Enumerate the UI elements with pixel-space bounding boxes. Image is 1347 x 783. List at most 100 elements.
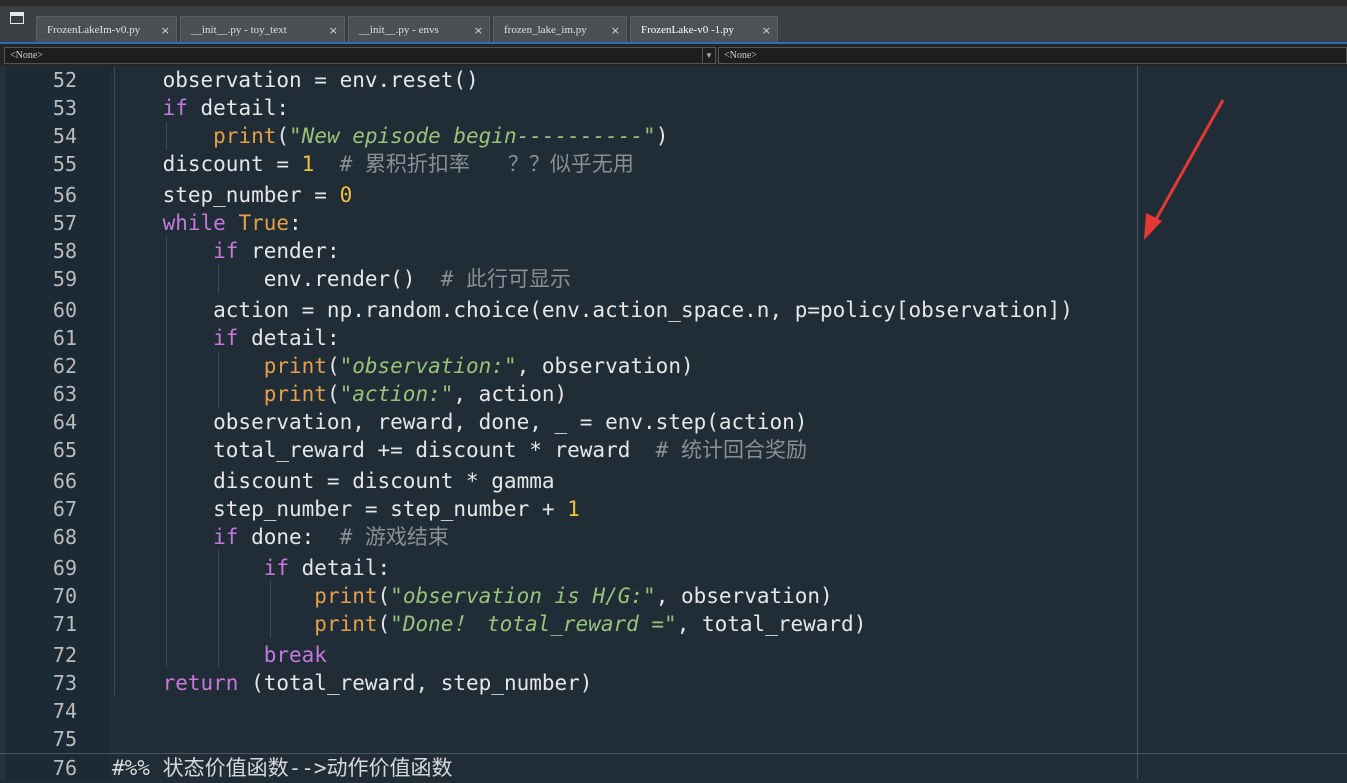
code-line: 73 return (total_reward, step_number) <box>0 669 1347 698</box>
code-text[interactable]: break <box>112 641 327 670</box>
line-number: 75 <box>52 727 77 751</box>
code-text[interactable]: env.render() # 此行可显示 <box>112 265 571 294</box>
cell-marker-comment: #%% 状态价值函数-->动作价值函数 <box>112 756 453 780</box>
code-text[interactable]: print("action:", action) <box>112 380 567 409</box>
line-number: 56 <box>52 183 77 207</box>
scope-dropdown[interactable]: <None> ▼ <box>4 47 716 64</box>
line-number: 59 <box>52 267 77 291</box>
code-line: 65 total_reward += discount * reward # 统… <box>0 436 1347 465</box>
line-number: 64 <box>52 410 77 434</box>
tab-label: FrozenLakeIm-v0.py <box>47 24 141 36</box>
tab-label: frozen_lake_im.py <box>504 24 587 36</box>
keyword: if <box>213 239 239 263</box>
string-literal: "observation is H/G:" <box>390 584 656 608</box>
keyword: if <box>263 556 290 580</box>
code-line: 61 if detail: <box>0 324 1347 353</box>
line-number: 70 <box>52 584 77 608</box>
code-text[interactable]: discount = discount * gamma <box>112 467 554 496</box>
line-number: 61 <box>52 326 77 350</box>
code-text[interactable]: step_number = step_number + 1 <box>112 495 580 524</box>
scope-dropdown-value: <None> <box>10 50 43 61</box>
code-text[interactable]: print("observation is H/G:", observation… <box>112 582 832 611</box>
code-text[interactable]: print("observation:", observation) <box>112 352 694 381</box>
tab-bar: FrozenLakeIm-v0.py × __init__.py - toy_t… <box>0 0 1347 44</box>
code-line: 75 <box>0 725 1347 754</box>
code-line: 52 observation = env.reset() <box>0 66 1347 95</box>
tab-label: __init__.py - envs <box>359 24 439 36</box>
code-text[interactable]: total_reward += discount * reward # 统计回合… <box>112 436 807 465</box>
line-number: 68 <box>52 525 77 549</box>
code-comment: # 累积折扣率 ？？似乎无用 <box>339 152 634 176</box>
code-text[interactable]: if detail: <box>112 94 289 123</box>
tab-init-toy-text[interactable]: __init__.py - toy_text × <box>180 16 345 44</box>
line-number: 53 <box>52 96 77 120</box>
code-text[interactable]: action = np.random.choice(env.action_spa… <box>112 296 1073 325</box>
builtin: print <box>263 382 327 406</box>
close-icon[interactable]: × <box>611 17 620 44</box>
tab-frozenlakeim-v0[interactable]: FrozenLakeIm-v0.py × <box>36 16 177 44</box>
close-icon[interactable]: × <box>161 17 170 44</box>
line-number: 65 <box>52 438 77 462</box>
navigation-bar: <None> ▼ <None> <box>0 42 1347 66</box>
close-icon[interactable]: × <box>762 17 771 42</box>
close-icon[interactable]: × <box>329 17 338 44</box>
code-text[interactable]: return (total_reward, step_number) <box>112 669 593 698</box>
window-icon[interactable] <box>10 12 24 24</box>
tab-label: __init__.py - toy_text <box>191 24 287 36</box>
code-text[interactable]: if detail: <box>112 324 339 353</box>
line-number: 73 <box>52 671 77 695</box>
line-number: 52 <box>52 68 77 92</box>
code-text[interactable]: observation, reward, done, _ = env.step(… <box>112 408 807 437</box>
code-line: 64 observation, reward, done, _ = env.st… <box>0 408 1347 437</box>
code-comment: # 游戏结束 <box>339 525 449 549</box>
code-line: 67 step_number = step_number + 1 <box>0 495 1347 524</box>
line-number: 71 <box>52 612 77 636</box>
code-text[interactable]: discount = 1 # 累积折扣率 ？？似乎无用 <box>112 150 634 179</box>
code-line: 71 print("Done！ total_reward =", total_r… <box>0 610 1347 639</box>
tab-label: FrozenLake-v0 -1.py <box>641 24 734 36</box>
code-line: 62 print("observation:", observation) <box>0 352 1347 381</box>
code-line: 59 env.render() # 此行可显示 <box>0 265 1347 294</box>
close-icon[interactable]: × <box>474 17 483 44</box>
number-literal: 0 <box>339 183 353 207</box>
code-line: 60 action = np.random.choice(env.action_… <box>0 296 1347 325</box>
line-number: 55 <box>52 152 77 176</box>
line-number: 69 <box>52 556 77 580</box>
line-number: 66 <box>52 469 77 493</box>
line-number: 72 <box>52 643 77 667</box>
line-number: 74 <box>52 699 77 723</box>
builtin: print <box>314 584 378 608</box>
code-text[interactable]: print("Done！ total_reward =", total_rewa… <box>112 610 866 639</box>
code-comment: # 统计回合奖励 <box>655 438 807 462</box>
builtin: print <box>213 124 277 148</box>
code-text[interactable]: while True: <box>112 209 302 238</box>
code-comment: # 此行可显示 <box>440 267 572 291</box>
keyword: return <box>162 671 239 695</box>
code-text[interactable]: step_number = 0 <box>112 181 353 210</box>
keyword: if <box>162 96 188 120</box>
member-dropdown-value: <None> <box>724 50 757 61</box>
member-dropdown[interactable]: <None> <box>718 47 1347 64</box>
annotation-arrow <box>1144 99 1225 240</box>
code-line: 74 <box>0 697 1347 726</box>
tab-frozenlake-v0-1[interactable]: FrozenLake-v0 -1.py × <box>630 16 778 44</box>
code-text[interactable]: if render: <box>112 237 339 266</box>
chevron-down-icon[interactable]: ▼ <box>702 48 715 63</box>
code-text[interactable]: if done: # 游戏结束 <box>112 523 449 552</box>
tab-frozen-lake-im[interactable]: frozen_lake_im.py × <box>493 16 627 44</box>
string-literal: "observation:" <box>339 354 517 378</box>
code-text[interactable]: print("New episode begin----------") <box>112 122 668 151</box>
line-number: 58 <box>52 239 77 263</box>
string-literal: "Done！ total_reward =" <box>390 612 677 636</box>
string-literal: "New episode begin----------" <box>289 124 656 148</box>
code-text[interactable]: if detail: <box>112 554 390 583</box>
keyword: if <box>213 326 239 350</box>
code-line: 68 if done: # 游戏结束 <box>0 523 1347 552</box>
keyword: break <box>263 643 327 667</box>
line-number: 67 <box>52 497 77 521</box>
line-number: 60 <box>52 298 77 322</box>
tab-init-envs[interactable]: __init__.py - envs × <box>348 16 490 44</box>
builtin: True <box>238 211 290 235</box>
code-text[interactable]: observation = env.reset() <box>112 66 479 95</box>
number-literal: 1 <box>301 152 315 176</box>
